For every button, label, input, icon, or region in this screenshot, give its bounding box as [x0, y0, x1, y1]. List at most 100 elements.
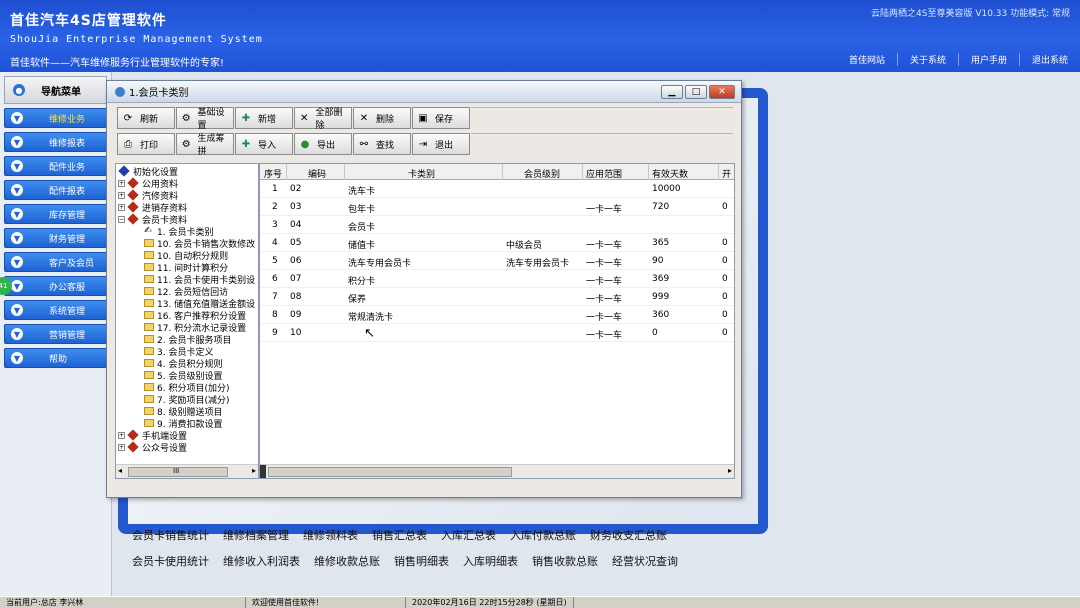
tree-node[interactable]: 11. 会员卡使用卡类别设: [144, 273, 255, 286]
table-row[interactable]: 2 03 包年卡 一卡一车 720 0: [260, 198, 734, 216]
table-cell[interactable]: 2: [272, 202, 278, 212]
column-header[interactable]: 应用范围: [586, 167, 622, 180]
quick-link[interactable]: 经营状况查询: [612, 553, 678, 569]
table-cell[interactable]: 会员卡: [348, 220, 375, 233]
table-cell[interactable]: 10000: [652, 184, 681, 194]
column-header[interactable]: 序号: [264, 167, 282, 180]
table-cell[interactable]: 05: [290, 238, 301, 248]
tree-node[interactable]: 6. 积分项目(加分): [144, 381, 229, 394]
collapse-icon[interactable]: −: [118, 215, 125, 223]
column-header[interactable]: 编码: [308, 167, 326, 180]
table-cell[interactable]: 0: [722, 256, 728, 266]
table-cell[interactable]: 0: [722, 310, 728, 320]
link-exit[interactable]: 退出系统: [1018, 53, 1080, 66]
table-cell[interactable]: 一卡一车: [586, 310, 622, 323]
add-button[interactable]: ✚ 新增: [235, 107, 293, 129]
tree-node[interactable]: 5. 会员级别设置: [144, 369, 222, 382]
table-cell[interactable]: 1: [272, 184, 278, 194]
nav-item-system[interactable]: ▼ 系统管理: [4, 300, 107, 320]
table-cell[interactable]: 0: [652, 328, 658, 338]
nav-item-parts-report[interactable]: ▼ 配件报表: [4, 180, 107, 200]
scroll-left-icon[interactable]: ◂: [118, 466, 122, 475]
table-cell[interactable]: 洗车专用会员卡: [506, 256, 569, 269]
tree-scrollbar[interactable]: ◂ III ▸: [116, 464, 258, 478]
basic-settings-button[interactable]: ⚙ 基础设置: [176, 107, 234, 131]
table-cell[interactable]: 洗车专用会员卡: [348, 256, 411, 269]
quick-link[interactable]: 维修收款总账: [314, 553, 380, 569]
table-row[interactable]: 1 02 洗车卡 10000: [260, 180, 734, 198]
tree-node[interactable]: 4. 会员积分规则: [144, 357, 222, 370]
table-row[interactable]: 4 05 储值卡 中级会员 一卡一车 365 0: [260, 234, 734, 252]
table-cell[interactable]: 720: [652, 202, 669, 212]
nav-item-finance[interactable]: ▼ 财务管理: [4, 228, 107, 248]
quick-link[interactable]: 维修领料表: [303, 527, 358, 543]
tree-node[interactable]: 初始化设置: [118, 165, 178, 178]
scroll-right-icon[interactable]: ▸: [252, 466, 256, 475]
nav-item-inventory[interactable]: ▼ 库存管理: [4, 204, 107, 224]
quick-link[interactable]: 维修档案管理: [223, 527, 289, 543]
expand-icon[interactable]: +: [118, 179, 125, 187]
tree-node[interactable]: + 手机端设置: [118, 429, 187, 442]
table-cell[interactable]: 一卡一车: [586, 256, 622, 269]
table-row[interactable]: 3 04 会员卡: [260, 216, 734, 234]
tree-node[interactable]: 9. 消费扣款设置: [144, 417, 222, 430]
expand-icon[interactable]: +: [118, 203, 125, 211]
quick-link[interactable]: 销售明细表: [394, 553, 449, 569]
table-cell[interactable]: 9: [272, 328, 278, 338]
table-cell[interactable]: 03: [290, 202, 301, 212]
scroll-thumb[interactable]: [268, 467, 512, 477]
table-cell[interactable]: 0: [722, 274, 728, 284]
generate-button[interactable]: ⚙ 生成筹拼: [176, 133, 234, 157]
export-button[interactable]: ● 导出: [294, 133, 352, 155]
table-cell[interactable]: 7: [272, 292, 278, 302]
table-cell[interactable]: 360: [652, 310, 669, 320]
table-row[interactable]: 5 06 洗车专用会员卡 洗车专用会员卡 一卡一车 90 0: [260, 252, 734, 270]
table-cell[interactable]: 保养: [348, 292, 366, 305]
tree-node[interactable]: + 公用资料: [118, 177, 178, 190]
table-cell[interactable]: 5: [272, 256, 278, 266]
print-button[interactable]: ⎙ 打印: [117, 133, 175, 155]
quick-link[interactable]: 销售汇总表: [372, 527, 427, 543]
tree-node[interactable]: 13. 储值充值赠送金额设: [144, 297, 255, 310]
table-cell[interactable]: 0: [722, 202, 728, 212]
nav-item-office[interactable]: ▼ 办公客服: [4, 276, 107, 296]
table-cell[interactable]: 3: [272, 220, 278, 230]
refresh-button[interactable]: ⟳ 刷新: [117, 107, 175, 129]
expand-icon[interactable]: +: [118, 431, 125, 439]
link-manual[interactable]: 用户手册: [957, 53, 1019, 66]
table-cell[interactable]: 一卡一车: [586, 328, 622, 341]
search-button[interactable]: ⚯ 查找: [353, 133, 411, 155]
table-cell[interactable]: 04: [290, 220, 301, 230]
table-cell[interactable]: 08: [290, 292, 301, 302]
quick-link[interactable]: 财务收支汇总账: [590, 527, 667, 543]
nav-item-repair-business[interactable]: ▼ 维修业务: [4, 108, 107, 128]
exit-button[interactable]: ⇥ 退出: [412, 133, 470, 155]
tree-node[interactable]: − 会员卡资料: [118, 213, 187, 226]
table-cell[interactable]: 02: [290, 184, 301, 194]
table-cell[interactable]: 8: [272, 310, 278, 320]
tree-node[interactable]: 8. 级别赠送项目: [144, 405, 222, 418]
tree-node[interactable]: ✍ 1. 会员卡类别: [144, 225, 213, 238]
table-cell[interactable]: 0: [722, 328, 728, 338]
table-cell[interactable]: 4: [272, 238, 278, 248]
tree-node[interactable]: 7. 奖励项目(减分): [144, 393, 229, 406]
table-cell[interactable]: 一卡一车: [586, 238, 622, 251]
table-cell[interactable]: 0: [722, 238, 728, 248]
table-cell[interactable]: 999: [652, 292, 669, 302]
table-cell[interactable]: 常规清洗卡: [348, 310, 393, 323]
table-cell[interactable]: 09: [290, 310, 301, 320]
tree-node[interactable]: + 进销存资料: [118, 201, 187, 214]
table-cell[interactable]: 储值卡: [348, 238, 375, 251]
column-header[interactable]: 开: [722, 167, 731, 180]
tree-node[interactable]: 11. 间时计算积分: [144, 261, 228, 274]
link-website[interactable]: 首佳网站: [837, 53, 897, 66]
link-about[interactable]: 关于系统: [896, 53, 958, 66]
scroll-thumb[interactable]: III: [128, 467, 228, 477]
delete-button[interactable]: ✕ 删除: [353, 107, 411, 129]
table-cell[interactable]: 一卡一车: [586, 274, 622, 287]
import-button[interactable]: ✚ 导入: [235, 133, 293, 155]
column-header[interactable]: 有效天数: [652, 167, 688, 180]
table-cell[interactable]: 90: [652, 256, 663, 266]
table-cell[interactable]: 369: [652, 274, 669, 284]
tree-node[interactable]: 16. 客户推荐积分设置: [144, 309, 246, 322]
